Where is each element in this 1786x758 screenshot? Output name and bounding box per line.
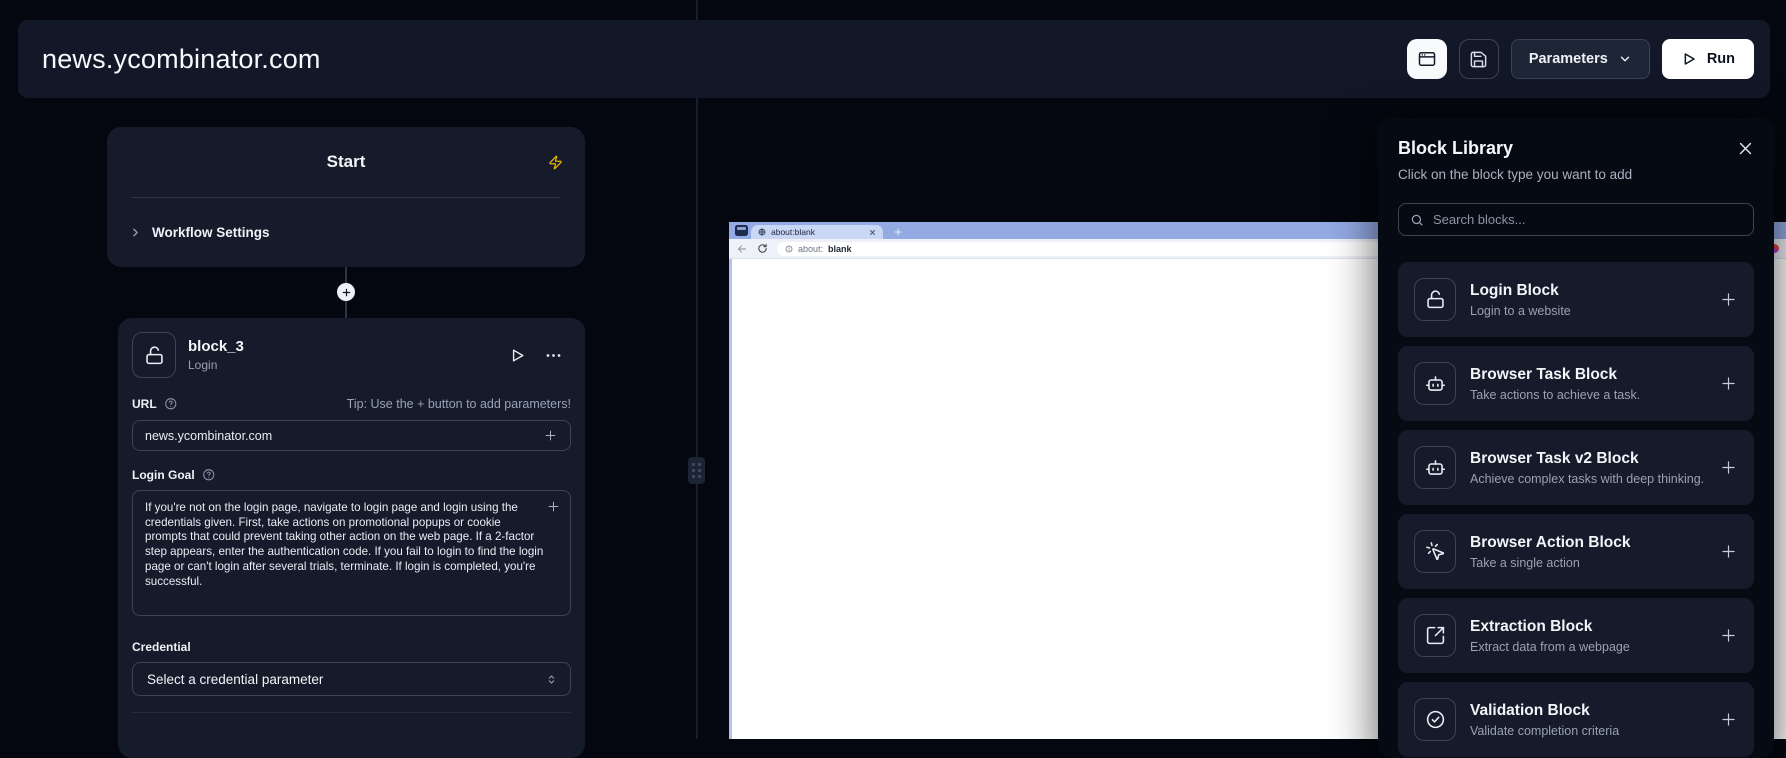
- robot-icon: [1425, 373, 1446, 394]
- close-button[interactable]: [1737, 140, 1754, 157]
- splitter-grip-handle[interactable]: [688, 457, 705, 484]
- url-input[interactable]: [145, 429, 543, 443]
- app-header: news.ycombinator.com Parameters Run: [18, 20, 1770, 98]
- block-item-description: Take a single action: [1470, 556, 1631, 570]
- block-name: block_3: [188, 338, 244, 355]
- url-tip: Tip: Use the + button to add parameters!: [347, 397, 571, 411]
- add-parameter-button[interactable]: [543, 428, 558, 443]
- run-block-button[interactable]: [509, 347, 526, 364]
- x-icon: [1737, 140, 1754, 157]
- zap-icon: [548, 155, 563, 170]
- block-library-item-browser-task-v2[interactable]: Browser Task v2 Block Achieve complex ta…: [1398, 430, 1754, 505]
- new-tab-button[interactable]: [893, 227, 903, 237]
- block-item-title: Browser Task Block: [1470, 366, 1640, 384]
- robot-icon: [1425, 457, 1446, 478]
- check-circle-icon: [1425, 709, 1446, 730]
- cursor-click-icon: [1425, 541, 1446, 562]
- workflow-settings-toggle[interactable]: Workflow Settings: [107, 198, 585, 267]
- block-library-item-validation[interactable]: Validation Block Validate completion cri…: [1398, 682, 1754, 757]
- login-goal-label: Login Goal: [132, 468, 195, 482]
- block-item-description: Validate completion criteria: [1470, 724, 1619, 738]
- globe-icon: [758, 228, 766, 236]
- start-node-card[interactable]: Start Workflow Settings: [107, 127, 585, 267]
- add-block-plus-button[interactable]: [1719, 374, 1738, 393]
- chevrons-up-down-icon: [545, 673, 558, 686]
- login-block-card[interactable]: block_3 Login URL Tip: Use the + button …: [118, 318, 585, 758]
- info-icon[interactable]: [785, 245, 793, 253]
- add-block-plus-button[interactable]: [1719, 710, 1738, 729]
- block-list: Login Block Login to a website Browser T…: [1398, 262, 1754, 757]
- block-item-description: Login to a website: [1470, 304, 1571, 318]
- panel-splitter[interactable]: [696, 0, 698, 739]
- block-library-item-login[interactable]: Login Block Login to a website: [1398, 262, 1754, 337]
- login-block-header: block_3 Login: [132, 332, 571, 378]
- workflow-settings-label: Workflow Settings: [152, 225, 270, 240]
- tab-close-icon[interactable]: [869, 229, 876, 236]
- block-type-label: Login: [188, 358, 244, 372]
- block-library-panel: Block Library Click on the block type yo…: [1378, 118, 1774, 758]
- login-goal-text: If you're not on the login page, navigat…: [145, 501, 544, 589]
- header-actions: Parameters Run: [1407, 39, 1754, 79]
- browser-tab[interactable]: about:blank: [751, 225, 883, 239]
- start-node-header: Start: [107, 127, 585, 197]
- block-item-description: Extract data from a webpage: [1470, 640, 1630, 654]
- block-item-title: Browser Task v2 Block: [1470, 450, 1704, 468]
- block-menu-button[interactable]: [544, 346, 563, 365]
- extract-icon: [1425, 625, 1446, 646]
- plus-icon: [341, 287, 352, 298]
- ellipsis-icon: [544, 346, 563, 365]
- block-library-title: Block Library: [1398, 138, 1513, 159]
- parameters-button[interactable]: Parameters: [1511, 39, 1650, 79]
- block-item-title: Login Block: [1470, 282, 1571, 300]
- block-item-title: Extraction Block: [1470, 618, 1630, 636]
- block-library-item-browser-action[interactable]: Browser Action Block Take a single actio…: [1398, 514, 1754, 589]
- login-goal-textarea[interactable]: If you're not on the login page, navigat…: [132, 490, 571, 616]
- save-icon: [1469, 50, 1488, 69]
- search-box: [1398, 203, 1754, 236]
- block-item-description: Take actions to achieve a task.: [1470, 388, 1640, 402]
- url-label: URL: [132, 397, 157, 411]
- tab-title: about:blank: [771, 227, 864, 237]
- refresh-button[interactable]: [757, 243, 768, 254]
- block-icon-box: [132, 332, 176, 378]
- add-block-plus-button[interactable]: [1719, 458, 1738, 477]
- tab-switcher-icon[interactable]: [735, 225, 748, 236]
- add-block-plus-button[interactable]: [1719, 542, 1738, 561]
- block-item-title: Browser Action Block: [1470, 534, 1631, 552]
- workflow-title: news.ycombinator.com: [42, 44, 321, 75]
- add-block-button[interactable]: [337, 283, 355, 301]
- search-input[interactable]: [1433, 212, 1742, 227]
- add-block-plus-button[interactable]: [1719, 626, 1738, 645]
- credential-select[interactable]: Select a credential parameter: [132, 662, 571, 696]
- lock-open-icon: [1425, 289, 1446, 310]
- search-icon: [1410, 213, 1424, 227]
- credential-select-value: Select a credential parameter: [147, 672, 545, 687]
- back-button[interactable]: [736, 243, 748, 255]
- save-button[interactable]: [1459, 39, 1499, 79]
- block-item-description: Achieve complex tasks with deep thinking…: [1470, 472, 1704, 486]
- block-item-title: Validation Block: [1470, 702, 1619, 720]
- add-block-plus-button[interactable]: [1719, 290, 1738, 309]
- chevron-right-icon: [129, 226, 142, 239]
- run-button-label: Run: [1707, 51, 1735, 67]
- block-library-subtitle: Click on the block type you want to add: [1398, 167, 1754, 182]
- block-library-item-extraction[interactable]: Extraction Block Extract data from a web…: [1398, 598, 1754, 673]
- browser-window-icon: [1417, 49, 1437, 69]
- play-icon: [1681, 51, 1697, 67]
- chevron-down-icon: [1618, 52, 1632, 66]
- credential-label: Credential: [132, 640, 571, 654]
- url-input-wrapper: [132, 420, 571, 451]
- address-url-scheme: about:: [798, 244, 823, 254]
- lock-open-icon: [144, 345, 165, 366]
- add-parameter-button[interactable]: [546, 499, 561, 514]
- help-icon[interactable]: [202, 468, 216, 482]
- address-url-host: blank: [828, 244, 852, 254]
- block-library-item-browser-task[interactable]: Browser Task Block Take actions to achie…: [1398, 346, 1754, 421]
- parameters-button-label: Parameters: [1529, 51, 1608, 67]
- block-section-divider: [132, 712, 571, 713]
- browser-preview-toggle-button[interactable]: [1407, 39, 1447, 79]
- help-icon[interactable]: [164, 397, 178, 411]
- run-button[interactable]: Run: [1662, 39, 1754, 79]
- start-node-title: Start: [327, 152, 366, 172]
